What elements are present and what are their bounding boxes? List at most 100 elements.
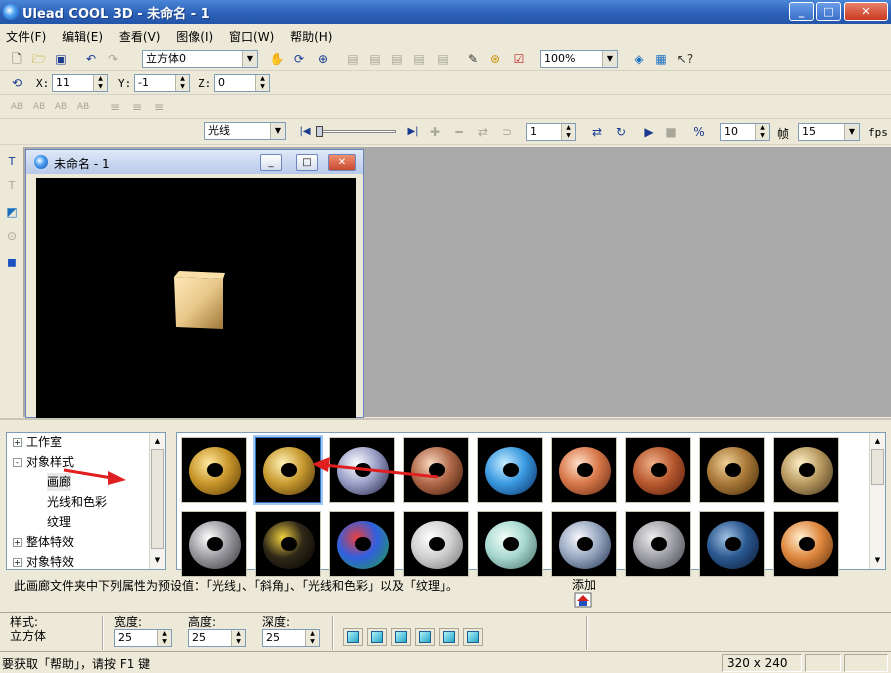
add-keyframe-icon[interactable]: ✚: [426, 123, 444, 141]
z-spinner[interactable]: ▲ ▼: [255, 75, 269, 91]
preset-thumbnail-chrome-glow-ring[interactable]: [329, 437, 395, 503]
document-window[interactable]: 未命名 - 1 _ □ ✕: [25, 149, 364, 418]
size-icon[interactable]: ⊕: [314, 50, 332, 68]
x-input[interactable]: 11 ▲ ▼: [52, 74, 108, 92]
bevel-style-5-icon[interactable]: [439, 628, 459, 646]
chevron-down-icon[interactable]: ▼: [242, 51, 257, 67]
align-center-icon[interactable]: ≡: [128, 98, 146, 116]
width-input[interactable]: 25 ▲ ▼: [114, 629, 172, 647]
tree-scrollbar[interactable]: ▲ ▼: [149, 433, 165, 569]
preset-thumbnail-gold-ring-ribbed[interactable]: [253, 435, 323, 505]
tree-item-studio[interactable]: + 工作室: [13, 433, 62, 451]
object-combo[interactable]: 立方体0 ▼: [142, 50, 258, 68]
y-spinner[interactable]: ▲ ▼: [175, 75, 189, 91]
frame-input[interactable]: 1 ▲ ▼: [526, 123, 576, 141]
frames-icon[interactable]: %: [690, 123, 708, 141]
web-icon[interactable]: ◈: [630, 50, 648, 68]
zoom-combo[interactable]: 100% ▼: [540, 50, 618, 68]
expand-icon[interactable]: +: [13, 538, 22, 547]
text-spacing-icon-1[interactable]: AB: [8, 98, 26, 116]
tips-icon[interactable]: ▦: [652, 50, 670, 68]
preset-thumbnail-gold-ring[interactable]: [181, 437, 247, 503]
edit-geometry-icon[interactable]: ⊙: [3, 227, 21, 245]
insert-geometry-icon[interactable]: ◩: [3, 203, 21, 221]
preset-thumbnail-white-grid-ring[interactable]: [403, 511, 469, 577]
width-spinner[interactable]: ▲ ▼: [157, 630, 171, 646]
title-bar[interactable]: Ulead COOL 3D - 未命名 - 1 _ □ ✕: [0, 0, 891, 24]
preset-thumbnail-silver-blue-ring[interactable]: [551, 511, 617, 577]
preset-thumbnail-ice-ring[interactable]: [477, 511, 543, 577]
menu-edit[interactable]: 编辑(E): [56, 26, 109, 47]
doc-maximize-button[interactable]: □: [296, 154, 318, 171]
document-title-bar[interactable]: 未命名 - 1 _ □ ✕: [26, 150, 363, 174]
total-frames-spinner[interactable]: ▲ ▼: [755, 124, 769, 140]
menu-image[interactable]: 图像(I): [170, 26, 219, 47]
redo-icon[interactable]: ↷: [104, 50, 122, 68]
render-canvas[interactable]: [36, 178, 356, 418]
open-folder-icon[interactable]: 🗁: [30, 50, 48, 68]
cube-icon[interactable]: ◼: [3, 253, 21, 271]
rewind-icon[interactable]: ↻: [612, 123, 630, 141]
y-input[interactable]: -1 ▲ ▼: [134, 74, 190, 92]
bevel-style-4-icon[interactable]: [415, 628, 435, 646]
depth-spinner[interactable]: ▲ ▼: [305, 630, 319, 646]
bevel-style-1-icon[interactable]: [343, 628, 363, 646]
preset-thumbnail-mosaic-ring[interactable]: [329, 511, 395, 577]
smooth-icon[interactable]: ⊃: [498, 123, 516, 141]
z-input[interactable]: 0 ▲ ▼: [214, 74, 270, 92]
collapse-icon[interactable]: -: [13, 458, 22, 467]
scroll-thumb[interactable]: [871, 449, 884, 485]
text-spacing-icon-2[interactable]: AB: [30, 98, 48, 116]
layout-icon-4[interactable]: ▤: [410, 50, 428, 68]
bevel-style-3-icon[interactable]: [391, 628, 411, 646]
text-spacing-icon-3[interactable]: AB: [52, 98, 70, 116]
chevron-down-icon[interactable]: ▼: [602, 51, 617, 67]
help-pointer-icon[interactable]: ↖?: [676, 50, 694, 68]
preset-thumbnail-orange-copper-ring[interactable]: [773, 511, 839, 577]
minimize-button[interactable]: _: [789, 2, 814, 21]
expand-icon[interactable]: +: [13, 438, 22, 447]
expand-icon[interactable]: +: [13, 558, 22, 567]
layout-icon-5[interactable]: ▤: [434, 50, 452, 68]
edit-text-icon[interactable]: T: [3, 177, 21, 195]
tree-item-global-effects[interactable]: + 整体特效: [13, 533, 74, 551]
loop-icon[interactable]: ⇄: [588, 123, 606, 141]
first-frame-icon[interactable]: |◀: [296, 123, 314, 141]
preset-thumbnail-copper-ring[interactable]: [403, 437, 469, 503]
bevel-style-6-icon[interactable]: [463, 628, 483, 646]
height-spinner[interactable]: ▲ ▼: [231, 630, 245, 646]
play-icon[interactable]: ▶: [640, 123, 658, 141]
fps-combo[interactable]: 15 ▼: [798, 123, 860, 141]
new-file-icon[interactable]: 🗋: [8, 50, 26, 68]
timeline-thumb[interactable]: [316, 126, 323, 137]
menu-view[interactable]: 查看(V): [113, 26, 167, 47]
preset-thumbnail-denim-ring[interactable]: [699, 511, 765, 577]
scroll-up-icon[interactable]: ▲: [151, 434, 164, 448]
scroll-down-icon[interactable]: ▼: [871, 553, 884, 567]
cube-object[interactable]: [171, 271, 225, 329]
property-combo[interactable]: 光线 ▼: [204, 122, 286, 140]
layout-icon-2[interactable]: ▤: [366, 50, 384, 68]
preset-thumbnail-black-gold-ring[interactable]: [255, 511, 321, 577]
tree-item-object-effects[interactable]: + 对象特效: [13, 553, 74, 571]
text-spacing-icon-4[interactable]: AB: [74, 98, 92, 116]
preset-thumbnail-terracotta-ring[interactable]: [625, 437, 691, 503]
scroll-up-icon[interactable]: ▲: [871, 434, 884, 448]
rotate-icon[interactable]: ⟳: [290, 50, 308, 68]
bevel-style-2-icon[interactable]: [367, 628, 387, 646]
chart-icon[interactable]: ☑: [510, 50, 528, 68]
height-input[interactable]: 25 ▲ ▼: [188, 629, 246, 647]
preset-gallery[interactable]: ▲ ▼: [176, 432, 886, 577]
scroll-thumb[interactable]: [151, 449, 164, 549]
last-frame-icon[interactable]: ▶|: [404, 123, 422, 141]
layout-icon-1[interactable]: ▤: [344, 50, 362, 68]
tree-item-texture[interactable]: 纹理: [47, 513, 71, 531]
insert-text-icon[interactable]: T: [3, 153, 21, 171]
reverse-icon[interactable]: ⇄: [474, 123, 492, 141]
scroll-down-icon[interactable]: ▼: [151, 553, 164, 567]
stop-icon[interactable]: ■: [662, 123, 680, 141]
x-spinner[interactable]: ▲ ▼: [93, 75, 107, 91]
render-icon[interactable]: ✎: [464, 50, 482, 68]
chevron-down-icon[interactable]: ▼: [844, 124, 859, 140]
menu-file[interactable]: 文件(F): [0, 26, 52, 47]
